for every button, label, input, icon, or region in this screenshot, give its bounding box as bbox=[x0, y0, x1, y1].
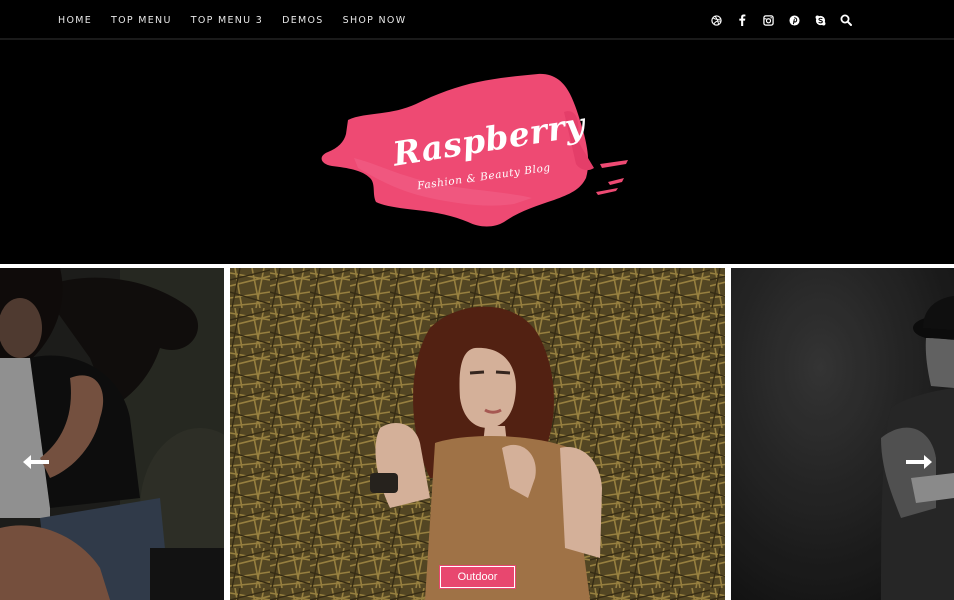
site-header: Raspberry Fashion & Beauty Blog bbox=[0, 42, 954, 264]
social-links bbox=[703, 0, 859, 40]
menu-item-top-menu[interactable]: TOP MENU bbox=[111, 15, 172, 26]
search-icon[interactable] bbox=[833, 0, 859, 40]
category-badge[interactable]: Outdoor bbox=[439, 565, 516, 589]
facebook-icon[interactable] bbox=[729, 0, 755, 40]
menu-item-home[interactable]: HOME bbox=[58, 15, 92, 26]
slider-next-button[interactable] bbox=[904, 451, 934, 473]
main-menu: HOME TOP MENU TOP MENU 3 DEMOS SHOP NOW bbox=[58, 0, 425, 40]
slide-next[interactable] bbox=[731, 268, 954, 600]
arrow-left-icon bbox=[23, 455, 49, 469]
site-logo[interactable]: Raspberry Fashion & Beauty Blog bbox=[318, 72, 630, 230]
pinterest-icon[interactable] bbox=[781, 0, 807, 40]
menu-item-top-menu-3[interactable]: TOP MENU 3 bbox=[191, 15, 263, 26]
dribbble-icon[interactable] bbox=[703, 0, 729, 40]
slider-prev-button[interactable] bbox=[21, 451, 51, 473]
top-navigation-bar: HOME TOP MENU TOP MENU 3 DEMOS SHOP NOW bbox=[0, 0, 954, 40]
skype-icon[interactable] bbox=[807, 0, 833, 40]
featured-slider bbox=[0, 264, 954, 600]
man-in-hat-photo bbox=[731, 268, 954, 600]
woman-in-hay-photo bbox=[230, 268, 725, 600]
couple-photo bbox=[0, 268, 224, 600]
slide-active[interactable] bbox=[230, 268, 725, 600]
menu-item-shop-now[interactable]: SHOP NOW bbox=[343, 15, 407, 26]
arrow-right-icon bbox=[906, 455, 932, 469]
menu-item-demos[interactable]: DEMOS bbox=[282, 15, 324, 26]
instagram-icon[interactable] bbox=[755, 0, 781, 40]
slide-previous[interactable] bbox=[0, 268, 224, 600]
